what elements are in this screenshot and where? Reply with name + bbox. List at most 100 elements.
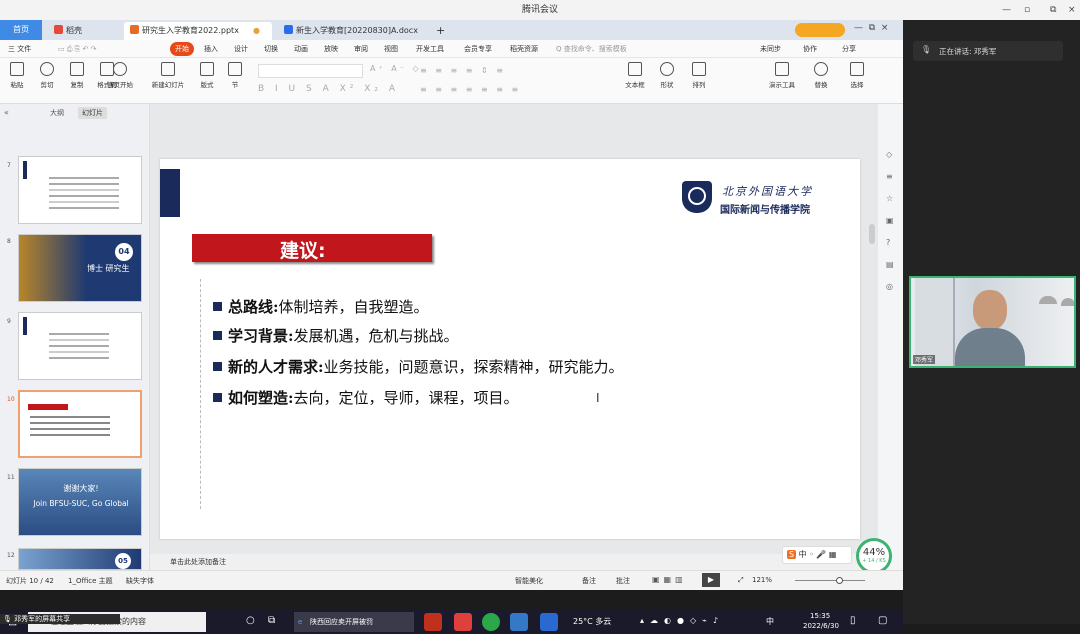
menu-animation[interactable]: 动画	[294, 40, 308, 58]
section-button[interactable]: 节	[220, 62, 250, 89]
settings-icon[interactable]: ≡	[886, 172, 893, 181]
missing-font[interactable]: 缺失字体	[126, 576, 154, 586]
image-icon[interactable]: ▤	[886, 260, 894, 269]
new-tab-button[interactable]: +	[430, 22, 451, 40]
collapse-pane-icon[interactable]: «	[4, 108, 9, 117]
comment-toggle[interactable]: 批注	[616, 576, 630, 586]
zoom-slider[interactable]	[795, 580, 865, 581]
participant-video[interactable]: 邓秀军	[909, 276, 1076, 368]
close-icon[interactable]: ×	[1068, 0, 1076, 20]
notes-toggle[interactable]: 备注	[582, 576, 596, 586]
progress-value: 44%	[862, 547, 886, 558]
menu-daoke-resources[interactable]: 稻壳资源	[510, 40, 538, 58]
search-commands[interactable]: Q 查找命令、搜索模板	[556, 40, 627, 58]
new-slide-button[interactable]: 新建幻灯片	[148, 62, 188, 89]
smart-beautify-button[interactable]: 智能美化	[515, 576, 543, 586]
menu-view[interactable]: 视图	[384, 40, 398, 58]
presentation-tools-button[interactable]: 演示工具	[764, 62, 800, 89]
slide-thumbnail[interactable]: 博士 研究生 04	[18, 234, 142, 302]
tab-docx[interactable]: 新生入学教育[20220830]A.docx	[278, 22, 426, 40]
text-format-buttons[interactable]: B I U S A X² X₂ A	[258, 84, 399, 94]
menu-member[interactable]: 会员专享	[464, 40, 492, 58]
wps-taskbar-icon[interactable]	[424, 613, 442, 631]
weather-widget[interactable]: 25°C 多云	[573, 616, 611, 627]
slide-thumbnail[interactable]: 05	[18, 548, 142, 570]
play-from-current-button[interactable]: 当页开始	[100, 62, 140, 89]
ime-indicator[interactable]: 中	[766, 616, 774, 627]
menu-insert[interactable]: 插入	[204, 40, 218, 58]
view-buttons[interactable]: ▣▦▥	[652, 575, 687, 584]
tool-icon[interactable]: ◇	[886, 150, 892, 159]
participant-body	[955, 328, 1025, 366]
bullet-item: 学习背景:发展机遇，危机与挑战。	[213, 325, 459, 346]
select-button[interactable]: 选择	[842, 62, 872, 89]
zoom-slider-thumb[interactable]	[836, 577, 843, 584]
menu-home[interactable]: 开始	[170, 42, 194, 56]
login-button[interactable]	[795, 23, 845, 37]
copy-button[interactable]: 复制	[62, 62, 92, 89]
tab-pptx[interactable]: 研究生入学教育2022.pptx ●	[124, 22, 272, 40]
menu-developer[interactable]: 开发工具	[416, 40, 444, 58]
menu-file[interactable]: 三 文件	[8, 40, 31, 58]
pin-icon[interactable]: ☆	[886, 194, 893, 203]
taskbar-browser[interactable]: e 陕西回应卖开屏被罚	[294, 612, 414, 632]
task-view-icon[interactable]: ○	[246, 615, 255, 626]
menu-slideshow[interactable]: 放映	[324, 40, 338, 58]
slides-tab[interactable]: 幻灯片	[78, 107, 107, 119]
replace-button[interactable]: 替换	[806, 62, 836, 89]
ime-toolbar[interactable]: S 中 ◦ 🎤 ▦	[782, 546, 852, 564]
screen-share-caption: 🎙 邓秀军的屏幕共享	[0, 614, 120, 624]
slide-thumbnail[interactable]	[18, 312, 142, 380]
font-name-select[interactable]	[258, 64, 363, 78]
textbox-button[interactable]: 文本框	[620, 62, 650, 89]
cut-button[interactable]: 剪切	[32, 62, 62, 89]
maximize-icon[interactable]: ⧉	[1050, 0, 1056, 20]
slide-thumbnail[interactable]: 谢谢大家! Join BFSU-SUC, Go Global	[18, 468, 142, 536]
meeting-taskbar-icon[interactable]	[510, 613, 528, 631]
play-slideshow-button[interactable]: ▶	[702, 573, 720, 587]
share-button[interactable]: 分享	[842, 40, 856, 58]
help-icon[interactable]: ?	[886, 238, 890, 247]
zoom-level[interactable]: 121%	[752, 576, 772, 584]
restore-icon[interactable]: ▫	[1024, 0, 1030, 20]
slide-10[interactable]: 北京外国语大学 国际新闻与传播学院 建议: 总路线:体制培养，自我塑造。 学习背…	[160, 159, 860, 539]
slide-thumbnail-current[interactable]	[18, 390, 142, 458]
menu-transition[interactable]: 切换	[264, 40, 278, 58]
taskview-grid-icon[interactable]: ⧉	[268, 615, 275, 626]
ppt-file-icon	[130, 25, 139, 34]
slide-thumb-subtitle: Join BFSU-SUC, Go Global	[33, 499, 129, 508]
menu-review[interactable]: 审阅	[354, 40, 368, 58]
action-center-icon[interactable]: ▢	[878, 615, 887, 626]
tab-daoke[interactable]: 稻壳	[48, 22, 118, 40]
vertical-scrollbar[interactable]	[869, 224, 875, 244]
ribbon: 粘贴 剪切 复制 格式刷 当页开始 新建幻灯片 版式 节 B I U S A X…	[0, 58, 903, 104]
font-size-buttons[interactable]: A⁺ A⁻ ◇	[370, 64, 422, 73]
fit-window-icon[interactable]: ⤢	[738, 576, 744, 585]
notes-bar[interactable]: 单击此处添加备注	[150, 554, 878, 570]
tab-home[interactable]: 首页	[0, 20, 42, 40]
quick-access-icons[interactable]: ▭ ⎙ ⎘ ↶ ↷	[58, 40, 96, 58]
slide-num: 11	[7, 474, 15, 481]
collaborate-button[interactable]: 协作	[803, 40, 817, 58]
paste-button[interactable]: 粘贴	[2, 62, 32, 89]
arrange-button[interactable]: 排列	[684, 62, 714, 89]
menu-design[interactable]: 设计	[234, 40, 248, 58]
outline-tab[interactable]: 大纲	[50, 108, 64, 118]
shape-button[interactable]: 形状	[652, 62, 682, 89]
layout-button[interactable]: 版式	[192, 62, 222, 89]
tencent-meeting-icon[interactable]	[540, 613, 558, 631]
tab-pptx-label: 研究生入学教育2022.pptx	[142, 26, 239, 35]
notification-icon[interactable]: ▯	[850, 615, 856, 626]
wps-tabbar: 首页 稻壳 研究生入学教育2022.pptx ● 新生入学教育[20220830]…	[0, 20, 903, 40]
app-taskbar-icon[interactable]	[454, 613, 472, 631]
window-controls[interactable]: — ⧉ ×	[854, 23, 888, 33]
unsynced-button[interactable]: 未同步	[760, 40, 781, 58]
layers-icon[interactable]: ▣	[886, 216, 894, 225]
wechat-icon[interactable]	[482, 613, 500, 631]
location-icon[interactable]: ◎	[886, 282, 893, 291]
minimize-icon[interactable]: —	[1002, 0, 1011, 20]
edge-icon: e	[298, 618, 303, 626]
slide-thumbnail[interactable]	[18, 156, 142, 224]
align-buttons[interactable]: ≡ ≡ ≡ ≡ ≡ ≡ ≡	[420, 85, 521, 94]
paragraph-buttons[interactable]: ≡ ≡ ≡ ≡ ⇕ ≡	[420, 66, 506, 75]
